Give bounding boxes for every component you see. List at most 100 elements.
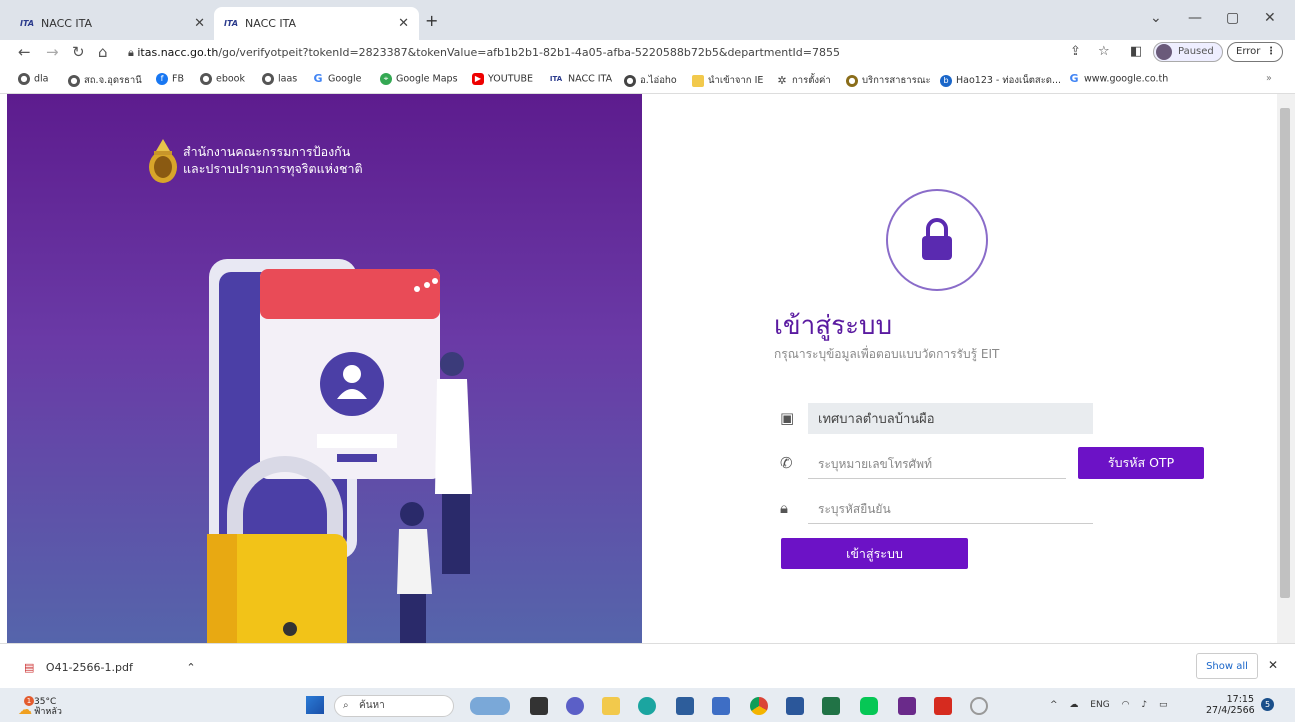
- profile-status: Paused: [1178, 46, 1214, 57]
- forward-arrow-icon[interactable]: →: [46, 43, 59, 61]
- close-icon[interactable]: ✕: [398, 16, 409, 31]
- system-tray[interactable]: ^ ☁ ENG ◠ ♪ ▭: [1050, 700, 1167, 710]
- bookmark-fb[interactable]: f FB: [156, 73, 184, 85]
- download-item[interactable]: ▤ O41-2566-1.pdf ⌃: [24, 661, 196, 674]
- bookmark-hao123[interactable]: b Hao123 - ท่องเน็ตสะด...: [940, 73, 1061, 88]
- task-view-icon[interactable]: [530, 697, 548, 715]
- downloads-bar: ▤ O41-2566-1.pdf ⌃ ✕: [0, 643, 1295, 688]
- search-label: ค้นหา: [359, 700, 385, 711]
- share-icon[interactable]: ⇪: [1070, 44, 1081, 59]
- request-otp-button[interactable]: รับรหัส OTP: [1078, 447, 1204, 479]
- weather-condition: ฟ้าหลัว: [34, 707, 62, 717]
- chevron-up-icon[interactable]: ^: [1050, 700, 1058, 710]
- onedrive-icon[interactable]: ☁: [1069, 700, 1078, 710]
- notification-badge[interactable]: 5: [1261, 698, 1274, 711]
- weather-widget[interactable]: 35°C ฟ้าหลัว: [34, 697, 62, 717]
- bookmark-youtube[interactable]: ▶ YOUTUBE: [472, 73, 533, 85]
- organization-field[interactable]: [808, 403, 1093, 434]
- bookmark-dla[interactable]: ● dla: [18, 73, 49, 85]
- bookmark-sor-thor[interactable]: ● สถ.จ.อุดรธานี: [68, 73, 142, 88]
- chat-icon[interactable]: [566, 697, 584, 715]
- back-arrow-icon[interactable]: ←: [18, 43, 31, 61]
- id-card-icon: ▣: [780, 409, 795, 427]
- browser-toolbar: ← → ↻ ⌂ 🔒︎ itas.nacc.go.th/go/verifyotpe…: [0, 40, 1295, 66]
- reload-icon[interactable]: ↻: [72, 43, 85, 61]
- bookmark-settings[interactable]: ✲ การตั้งค่า: [776, 73, 830, 88]
- bookmark-aoho[interactable]: ● อ.ไอ่อho: [624, 73, 677, 88]
- person-woman-illustration: [440, 352, 464, 376]
- side-panel-icon[interactable]: ◧: [1130, 44, 1142, 59]
- avatar: [1156, 44, 1172, 60]
- windows-taskbar: 1 ☁ 35°C ฟ้าหลัว ⌕ ค้นหา ^ ☁ ENG ◠ ♪ ▭ 1…: [0, 688, 1295, 722]
- excel-icon[interactable]: [822, 697, 840, 715]
- taskbar-search[interactable]: ⌕ ค้นหา: [334, 695, 454, 717]
- restore-icon[interactable]: ▢: [1226, 10, 1239, 26]
- page-scrollbar[interactable]: [1277, 94, 1295, 643]
- phone-icon: ✆: [780, 454, 793, 472]
- app-rings-icon[interactable]: [970, 697, 988, 715]
- bookmark-import-ie[interactable]: นำเข้าจาก IE: [692, 73, 763, 88]
- temperature: 35°C: [34, 697, 57, 707]
- clock-date: 27/4/2566: [1206, 705, 1255, 716]
- tab-nacc-ita-1[interactable]: ITA NACC ITA ✕: [10, 7, 215, 40]
- language-indicator[interactable]: ENG: [1090, 700, 1109, 710]
- url-domain: itas.nacc.go.th: [137, 46, 219, 59]
- error-button[interactable]: Error ⋮: [1227, 42, 1283, 62]
- line-icon[interactable]: [860, 697, 878, 715]
- agency-name: สำนักงานคณะกรรมการป้องกัน และปราบปรามการ…: [183, 143, 363, 177]
- chrome-icon[interactable]: [750, 697, 768, 715]
- profile-button[interactable]: Paused: [1153, 42, 1223, 62]
- chevron-up-icon[interactable]: ⌃: [186, 661, 195, 674]
- bookmark-laas[interactable]: ● laas: [262, 73, 297, 85]
- windows-start-icon[interactable]: [306, 696, 324, 714]
- user-avatar-illustration: [320, 352, 384, 416]
- app-icon[interactable]: [712, 697, 730, 715]
- store-icon[interactable]: [676, 697, 694, 715]
- url-path: /go/verifyotpeit?tokenId=2823387&tokenVa…: [218, 46, 840, 59]
- tab-nacc-ita-2[interactable]: ITA NACC ITA ✕: [214, 7, 419, 40]
- word-icon[interactable]: [786, 697, 804, 715]
- battery-icon[interactable]: ▭: [1159, 700, 1168, 710]
- bookmark-google-maps[interactable]: ⌖ Google Maps: [380, 73, 458, 85]
- speaker-icon[interactable]: ♪: [1141, 700, 1147, 710]
- close-window-icon[interactable]: ✕: [1264, 10, 1276, 26]
- more-options-icon: ⋮: [1266, 46, 1276, 57]
- scrollbar-thumb[interactable]: [1280, 108, 1290, 598]
- home-icon[interactable]: ⌂: [98, 43, 108, 61]
- minimize-icon[interactable]: —: [1188, 10, 1202, 26]
- bookmark-public-service[interactable]: ● บริการสาธารณะ: [846, 73, 931, 88]
- clock[interactable]: 17:15 27/4/2566: [1206, 694, 1255, 716]
- file-explorer-icon[interactable]: [602, 697, 620, 715]
- tab-label: NACC ITA: [41, 17, 93, 30]
- tab-search-chevron-icon[interactable]: ⌄: [1150, 10, 1162, 26]
- login-subtitle: กรุณาระบุข้อมูลเพื่อตอบแบบวัดการรับรู้ E…: [774, 347, 1000, 361]
- pdf-file-icon: ▤: [24, 661, 35, 674]
- bookmark-google[interactable]: G Google: [312, 73, 361, 85]
- bookmark-google-co-th[interactable]: Gwww.google.co.th: [1068, 73, 1168, 85]
- close-downloads-icon[interactable]: ✕: [1268, 658, 1278, 672]
- acrobat-icon[interactable]: [934, 697, 952, 715]
- search-icon: ⌕: [343, 700, 349, 711]
- close-icon[interactable]: ✕: [194, 16, 205, 31]
- verification-code-input[interactable]: [808, 494, 1093, 524]
- app-purple-icon[interactable]: [898, 697, 916, 715]
- more-bookmarks-chevron-icon[interactable]: »: [1266, 73, 1272, 84]
- bookmark-star-icon[interactable]: ☆: [1098, 44, 1110, 59]
- tab-bar: ITA NACC ITA ✕ ITA NACC ITA ✕ + ⌄ — ▢ ✕: [0, 0, 1295, 40]
- agency-name-line2: และปราบปรามการทุจริตแห่งชาติ: [183, 161, 363, 176]
- widget-landscape-icon[interactable]: [470, 697, 510, 715]
- wifi-icon[interactable]: ◠: [1122, 700, 1130, 710]
- login-button[interactable]: เข้าสู่ระบบ: [781, 538, 968, 569]
- clock-time: 17:15: [1226, 694, 1254, 705]
- download-filename: O41-2566-1.pdf: [45, 661, 133, 674]
- bookmark-nacc-ita[interactable]: ITA NACC ITA: [548, 73, 612, 85]
- agency-name-line1: สำนักงานคณะกรรมการป้องกัน: [183, 144, 351, 159]
- new-tab-plus-icon[interactable]: +: [425, 11, 438, 30]
- weather-icon[interactable]: ☁: [18, 702, 32, 718]
- address-bar[interactable]: 🔒︎ itas.nacc.go.th/go/verifyotpeit?token…: [128, 43, 1058, 63]
- login-title: เข้าสู่ระบบ: [774, 311, 893, 341]
- bookmark-ebook[interactable]: ● ebook: [200, 73, 245, 85]
- edge-icon[interactable]: [638, 697, 656, 715]
- phone-input[interactable]: [808, 449, 1066, 479]
- show-all-downloads-button[interactable]: Show all: [1196, 653, 1258, 679]
